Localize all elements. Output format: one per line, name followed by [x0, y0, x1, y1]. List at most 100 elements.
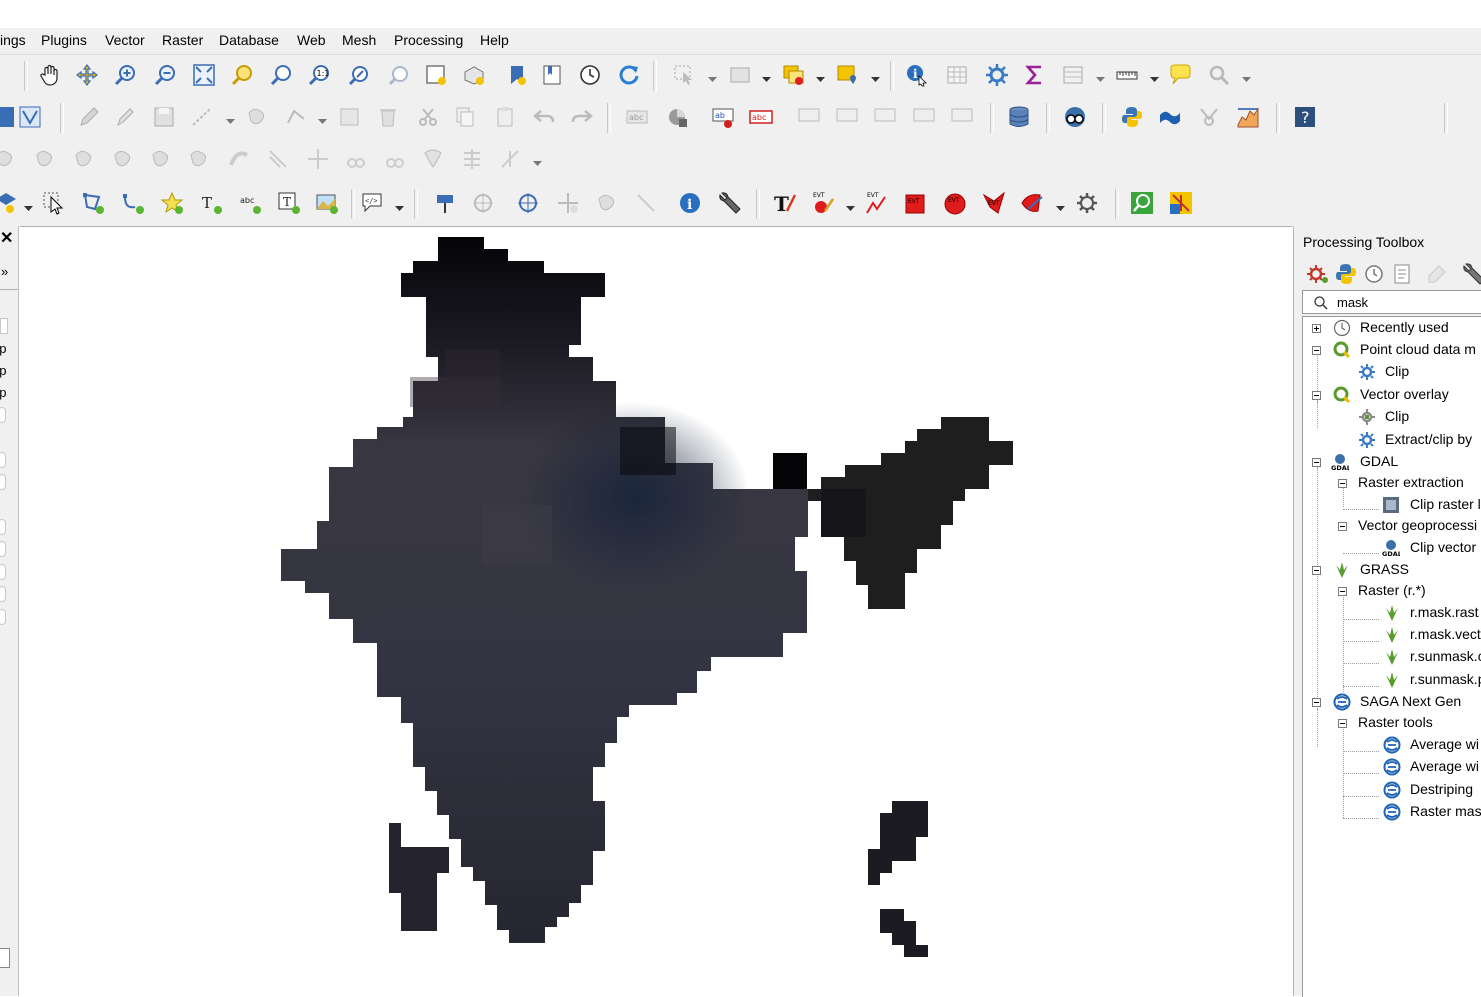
create-text-along-line-icon[interactable]: abc	[238, 191, 262, 215]
processing-toolbox-plugin-icon[interactable]	[1158, 105, 1182, 129]
chevron-down-icon[interactable]	[846, 200, 855, 211]
tree-item-clip-vector[interactable]: GDAL Clip vector	[1303, 537, 1481, 559]
tree-item-vector-overlay-clip[interactable]: Clip	[1303, 406, 1481, 428]
identify-features-icon[interactable]: i	[905, 63, 929, 87]
collapse-icon[interactable]	[1312, 698, 1321, 707]
menu-web[interactable]: Web	[297, 32, 326, 48]
zoom-to-layer-icon[interactable]	[269, 63, 293, 87]
tree-item-r-mask-vect[interactable]: r.mask.vect	[1303, 624, 1481, 646]
wrench-icon[interactable]	[718, 191, 742, 215]
menu-processing[interactable]: Processing	[394, 32, 463, 48]
metasearch-icon[interactable]	[1063, 105, 1087, 129]
tree-item-clip-raster[interactable]: Clip raster l	[1303, 494, 1481, 516]
menu-raster[interactable]: Raster	[162, 32, 203, 48]
collapse-icon[interactable]	[1338, 719, 1347, 728]
zoom-out-icon[interactable]	[153, 63, 177, 87]
collapse-icon[interactable]	[1312, 391, 1321, 400]
create-annotation-marker-icon[interactable]	[160, 191, 184, 215]
chevron-down-icon[interactable]	[708, 71, 717, 82]
select-annotation-icon[interactable]	[42, 191, 66, 215]
evt-edit-icon[interactable]	[1020, 191, 1044, 215]
layer-radio[interactable]	[0, 452, 6, 468]
refresh-icon[interactable]	[617, 63, 641, 87]
menu-database[interactable]: Database	[219, 32, 279, 48]
create-text-in-rectangle-icon[interactable]: T	[277, 191, 301, 215]
layer-radio[interactable]	[0, 519, 6, 535]
chevron-down-icon[interactable]	[395, 200, 404, 211]
python-console-icon[interactable]	[1120, 105, 1144, 129]
chevron-down-icon[interactable]	[226, 113, 235, 124]
python-scripts-icon[interactable]	[1334, 262, 1358, 286]
tree-item-average-with-mask-2[interactable]: Average wi	[1303, 756, 1481, 778]
menu-settings[interactable]: ings	[0, 32, 26, 48]
menu-plugins[interactable]: Plugins	[41, 32, 87, 48]
pan-hand-icon[interactable]	[38, 63, 62, 87]
show-hide-labels-icon[interactable]: abc	[749, 105, 773, 129]
collapse-icon[interactable]	[1338, 479, 1347, 488]
expand-icon[interactable]	[1312, 324, 1321, 333]
evt-point-icon[interactable]: EVT	[811, 191, 835, 215]
wrench-icon[interactable]	[1462, 262, 1481, 286]
new-bookmark-icon[interactable]	[505, 63, 529, 87]
menu-mesh[interactable]: Mesh	[342, 32, 376, 48]
zoom-native-resolution-icon[interactable]: 1:1	[307, 63, 331, 87]
layer-diagram-icon[interactable]	[665, 105, 689, 129]
tree-group-saga-next-gen[interactable]: SAGA Next Gen	[1303, 691, 1481, 713]
tree-subgroup-vector-geoprocessing[interactable]: Vector geoprocessi	[1303, 515, 1481, 537]
close-icon[interactable]: ✕	[0, 228, 13, 248]
pan-to-selection-icon[interactable]	[75, 63, 99, 87]
create-text-annotation-icon[interactable]: T	[199, 191, 223, 215]
zoom-full-icon[interactable]	[192, 63, 216, 87]
html-annotation-icon[interactable]: </>	[360, 191, 384, 215]
chevron-right-icon[interactable]: »	[1, 264, 8, 279]
layer-radio[interactable]	[0, 474, 6, 490]
db-manager-icon[interactable]	[1007, 105, 1031, 129]
map-swipe-icon[interactable]	[1169, 191, 1193, 215]
tree-group-gdal[interactable]: GDAL GDAL	[1303, 451, 1481, 473]
temporal-controller-icon[interactable]	[578, 63, 602, 87]
tree-group-grass[interactable]: GRASS	[1303, 559, 1481, 581]
evt-freehand-icon[interactable]: EVT	[982, 191, 1006, 215]
tree-item-r-sunmask-datetime[interactable]: r.sunmask.c	[1303, 646, 1481, 668]
info-icon[interactable]: i	[678, 191, 702, 215]
zoom-in-icon[interactable]	[113, 63, 137, 87]
collapse-icon[interactable]	[1338, 587, 1347, 596]
collapse-icon[interactable]	[1312, 458, 1321, 467]
profile-tool-icon[interactable]	[1236, 105, 1260, 129]
tree-group-point-cloud[interactable]: Point cloud data m	[1303, 339, 1481, 361]
menu-help[interactable]: Help	[480, 32, 509, 48]
help-icon[interactable]: ?	[1293, 105, 1317, 129]
new-layer-icon[interactable]	[0, 191, 18, 215]
vertex-tool-icon[interactable]	[0, 105, 16, 129]
evt-line-icon[interactable]: EVT	[865, 191, 889, 215]
layer-radio[interactable]	[0, 564, 6, 580]
tree-item-r-sunmask-position[interactable]: r.sunmask.p	[1303, 669, 1481, 691]
zoom-last-icon[interactable]	[347, 63, 371, 87]
quick-search-icon[interactable]	[1130, 191, 1154, 215]
statistical-summary-icon[interactable]	[1023, 63, 1047, 87]
tree-item-extract-clip-by-extent[interactable]: Extract/clip by	[1303, 429, 1481, 451]
layer-radio[interactable]	[0, 609, 6, 625]
evt-circle-icon[interactable]: EVT	[943, 191, 967, 215]
collapse-icon[interactable]	[1312, 346, 1321, 355]
text-edit-icon[interactable]: T	[773, 191, 797, 215]
measure-line-icon[interactable]	[1115, 63, 1139, 87]
collapse-icon[interactable]	[1312, 566, 1321, 575]
history-icon[interactable]	[1362, 262, 1386, 286]
layer-radio[interactable]	[0, 407, 6, 423]
deselect-features-icon[interactable]	[782, 63, 806, 87]
pin-labels-icon[interactable]: ab	[711, 105, 735, 129]
create-annotation-line-icon[interactable]	[121, 191, 145, 215]
pin-diagrams-icon[interactable]	[433, 191, 457, 215]
digitize-shape-icon[interactable]	[18, 105, 42, 129]
zoom-to-selection-icon[interactable]	[230, 63, 254, 87]
evt-settings-icon[interactable]	[1075, 191, 1099, 215]
chevron-down-icon[interactable]	[762, 71, 771, 82]
layer-label[interactable]: np	[0, 385, 6, 400]
create-picture-annotation-icon[interactable]	[315, 191, 339, 215]
chevron-down-icon[interactable]	[318, 113, 327, 124]
evt-polygon-icon[interactable]: EVT	[904, 191, 928, 215]
new-3d-map-view-icon[interactable]	[462, 63, 486, 87]
tree-group-vector-overlay[interactable]: Vector overlay	[1303, 384, 1481, 406]
select-by-location-icon[interactable]	[836, 63, 860, 87]
